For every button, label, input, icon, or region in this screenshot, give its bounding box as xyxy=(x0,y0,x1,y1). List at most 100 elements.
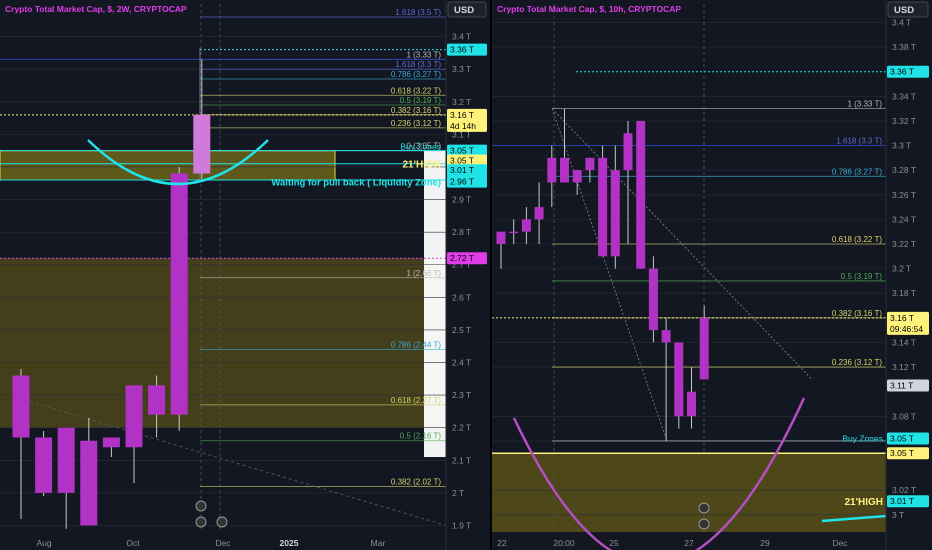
price-tick-label: 2.6 T xyxy=(452,292,471,302)
price-axis[interactable] xyxy=(886,0,932,550)
chart-title: Crypto Total Market Cap, $, 2W, CRYPTOCA… xyxy=(5,4,187,14)
time-axis-label: 29 xyxy=(760,538,770,548)
price-tick-label: 3.3 T xyxy=(452,64,471,74)
candle-body xyxy=(636,120,646,269)
time-axis-label: 27 xyxy=(684,538,694,548)
fib-level-label: 0.382 (2.02 T) xyxy=(391,477,441,486)
price-tick-label: 2.2 T xyxy=(452,423,471,433)
price-tick-label: 3.3 T xyxy=(892,141,911,151)
price-tick-label: 3.14 T xyxy=(892,337,916,347)
event-icon[interactable] xyxy=(195,500,207,512)
price-tick-label: 3.22 T xyxy=(892,239,916,249)
candle-body xyxy=(509,231,519,234)
price-tag-label: 3.05 T xyxy=(890,433,914,443)
fib-level-label: 1.618 (3.3 T) xyxy=(836,137,882,146)
time-axis-label: Mar xyxy=(371,538,386,548)
fib-level-label: 1.618 (3.3 T) xyxy=(395,60,441,69)
left-chart-canvas[interactable]: 1.618 (3.5 T)1 (3.33 T)1.618 (3.3 T)0.78… xyxy=(0,0,490,550)
price-tick-label: 3.2 T xyxy=(452,97,471,107)
time-axis-label: Aug xyxy=(36,538,51,548)
event-icon[interactable] xyxy=(698,502,710,514)
candle-body xyxy=(674,342,684,417)
price-axis[interactable] xyxy=(446,0,490,550)
earnings-icon[interactable] xyxy=(698,518,710,530)
candle-body xyxy=(560,157,569,183)
price-tick-label: 3.26 T xyxy=(892,190,916,200)
price-tag-label: 3.05 T xyxy=(890,448,914,458)
price-tick-label: 3.4 T xyxy=(452,32,471,42)
candle-body xyxy=(521,219,531,232)
price-tick-label: 3.32 T xyxy=(892,116,916,126)
candle-body xyxy=(57,427,75,493)
fib-level-label: 0.786 (2.44 T) xyxy=(391,340,441,349)
fib-level-label: 1 (2.66 T) xyxy=(406,269,441,278)
fib-level-label: 0.618 (2.27 T) xyxy=(391,396,441,405)
price-tick-label: 3.02 T xyxy=(892,485,916,495)
price-tick-label: 3.28 T xyxy=(892,165,916,175)
time-axis-label: 25 xyxy=(609,538,619,548)
price-tick-label: 1.9 T xyxy=(452,520,471,530)
candle-body xyxy=(170,173,188,415)
candle-body xyxy=(610,170,620,257)
time-axis-label: 2025 xyxy=(280,538,299,548)
left-chart-panel[interactable]: 1.618 (3.5 T) 1 (3.33 T) 1.618 (3.3 T) 0.78… xyxy=(0,0,490,550)
high-label: 21'HIGH xyxy=(402,160,441,171)
price-tag-label: 2.96 T xyxy=(450,177,474,187)
price-tick-label: 3.24 T xyxy=(892,214,916,224)
candle-body xyxy=(148,385,166,415)
price-tick-label: 2.9 T xyxy=(452,195,471,205)
high-label: 21'HIGH xyxy=(844,497,883,508)
candle-body xyxy=(102,437,120,448)
dividend-icon[interactable] xyxy=(216,516,228,528)
price-tick-label: 3 T xyxy=(892,510,904,520)
candle-body xyxy=(80,440,98,526)
price-tick-label: 2.1 T xyxy=(452,455,471,465)
earnings-icon[interactable] xyxy=(195,516,207,528)
price-tag-label: 3.16 T xyxy=(890,313,914,323)
price-tick-label: 3.4 T xyxy=(892,17,911,27)
price-tag-label: 3.36 T xyxy=(450,45,474,55)
buy-zone-box xyxy=(0,150,336,181)
price-tick-label: 3.12 T xyxy=(892,362,916,372)
buy-zones-label: Buy Zones xyxy=(842,433,883,443)
fib-level-label: 0.236 (3.12 T) xyxy=(391,119,441,128)
price-tick-label: 3.34 T xyxy=(892,91,916,101)
chart-title: Crypto Total Market Cap, $, 10h, CRYPTOC… xyxy=(497,4,681,14)
candle-body xyxy=(687,391,696,417)
fib-level-label: 0.5 (2.16 T) xyxy=(400,432,442,441)
price-tick-label: 2 T xyxy=(452,488,464,498)
price-tick-label: 2.3 T xyxy=(452,390,471,400)
candle-body xyxy=(125,385,143,448)
fib-level-label: 0.382 (3.16 T) xyxy=(391,106,441,115)
currency-label: USD xyxy=(454,5,474,16)
price-tag-label: 3.05 T xyxy=(450,146,474,156)
fib-level-label: 0.5 (3.19 T) xyxy=(400,96,442,105)
fib-level-label: 0.618 (3.22 T) xyxy=(832,235,882,244)
currency-label: USD xyxy=(894,5,914,16)
price-tick-label: 3.2 T xyxy=(892,264,911,274)
fib-level-label: 0.618 (3.22 T) xyxy=(391,86,441,95)
right-chart-canvas[interactable]: 1 (3.33 T) 1.618 (3.3 T) 0.786 (3.27 T) 0.6… xyxy=(492,0,932,550)
time-axis-label: Dec xyxy=(832,538,848,548)
candle-body xyxy=(661,330,671,343)
fib-level-label: 0.5 (3.19 T) xyxy=(841,272,883,281)
candle-body xyxy=(193,114,211,174)
candle-body xyxy=(496,231,506,244)
price-tick-label: 2.5 T xyxy=(452,325,471,335)
right-chart-panel[interactable]: 1 (3.33 T) 1.618 (3.3 T) 0.786 (3.27 T) 0.6… xyxy=(492,0,932,550)
fib-level-label: 1 (3.33 T) xyxy=(406,50,441,59)
price-tag-label: 3.01 T xyxy=(890,496,914,506)
time-axis-label: Dec xyxy=(215,538,231,548)
price-tick-label: 3.08 T xyxy=(892,411,916,421)
fib-level-label: 1 (3.33 T) xyxy=(847,100,882,109)
price-tag-label: 3.01 T xyxy=(450,165,474,175)
candle-body xyxy=(572,170,582,183)
price-tag-label: 3.05 T xyxy=(450,155,474,165)
price-tick-label: 3.18 T xyxy=(892,288,916,298)
candle-body xyxy=(699,317,709,380)
candle-body xyxy=(547,157,557,183)
liquidity-zone xyxy=(0,258,446,428)
buy-zones-label: Buy Zones xyxy=(400,142,441,152)
time-axis-label: 22 xyxy=(497,538,507,548)
price-tag-label: 3.36 T xyxy=(890,67,914,77)
